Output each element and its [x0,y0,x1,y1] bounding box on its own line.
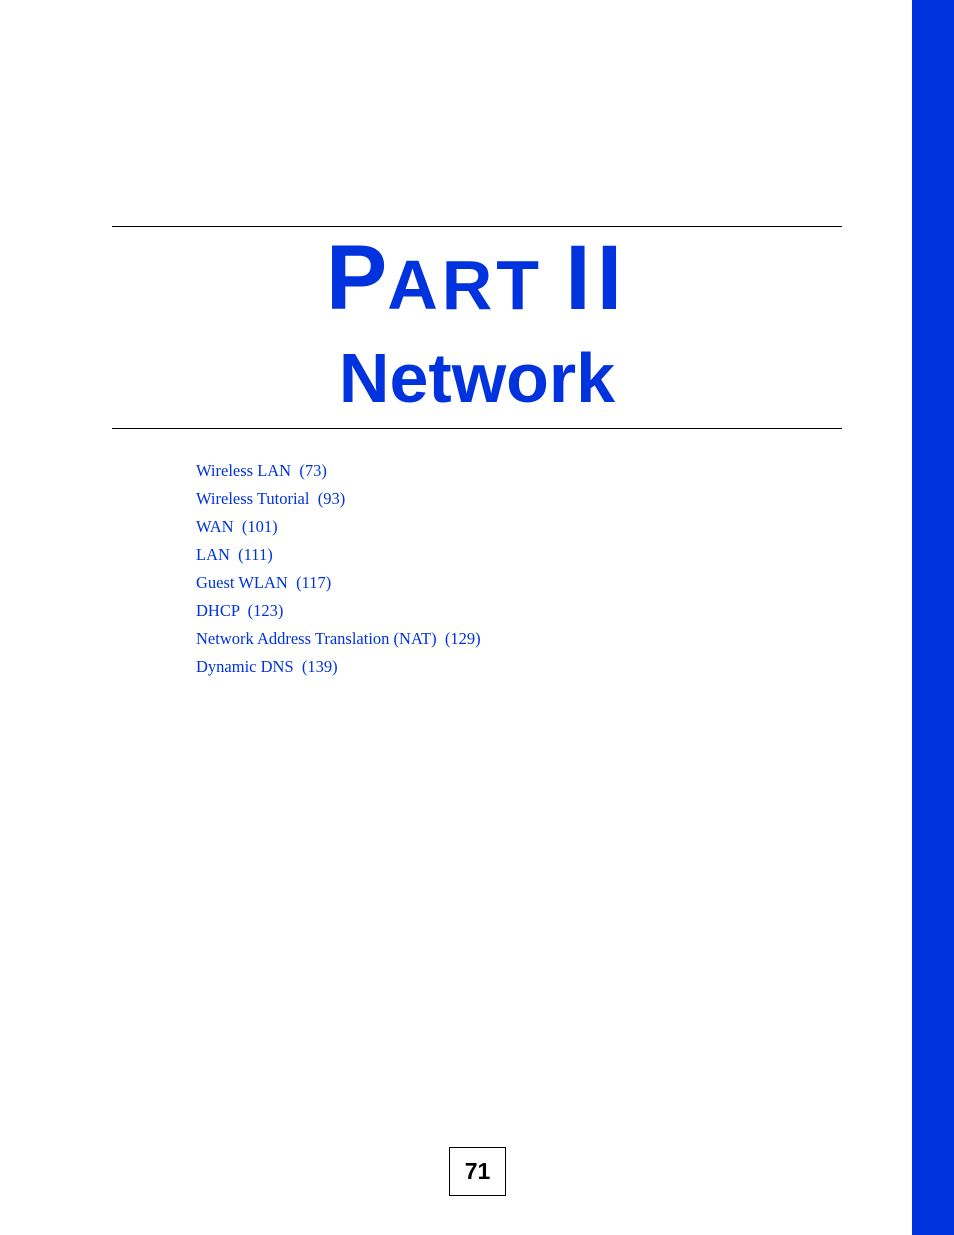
toc-link[interactable]: Guest WLAN (117) [196,572,481,600]
part-title: Network [338,339,616,417]
toc-link[interactable]: Dynamic DNS (139) [196,656,481,684]
page-number: 71 [449,1147,506,1196]
toc-link-title: Wireless LAN [196,461,292,480]
toc-link-page: (123) [247,601,284,620]
toc-link-title: Wireless Tutorial [196,489,310,508]
part-label: ART [387,246,544,324]
toc-link-page: (93) [317,489,346,508]
chapter-tab-bar [912,0,954,1235]
toc-link-title: Guest WLAN [196,573,288,592]
toc-link-title: WAN [196,517,234,536]
toc-link[interactable]: WAN (101) [196,516,481,544]
toc-link-page: (101) [241,517,278,536]
toc-link[interactable]: Network Address Translation (NAT) (129) [196,628,481,656]
toc-link[interactable]: Wireless Tutorial (93) [196,488,481,516]
toc-link-title: DHCP [196,601,240,620]
toc-link-page: (129) [444,629,481,648]
toc-link[interactable]: Wireless LAN (73) [196,460,481,488]
toc-link-title: LAN [196,545,230,564]
toc-link-page: (73) [299,461,327,480]
toc-link-title: Dynamic DNS [196,657,294,676]
toc-link-page: (117) [296,573,332,592]
part-contents-list: Wireless LAN (73) Wireless Tutorial (93)… [196,460,481,684]
toc-link-page: (111) [238,545,273,564]
top-divider [112,226,842,227]
toc-link-page: (139) [301,657,338,676]
toc-link[interactable]: LAN (111) [196,544,481,572]
part-number: II [565,227,629,329]
part-initial: P [325,227,388,329]
toc-link-title: Network Address Translation (NAT) [196,629,437,648]
bottom-divider [112,428,842,429]
toc-link[interactable]: DHCP (123) [196,600,481,628]
